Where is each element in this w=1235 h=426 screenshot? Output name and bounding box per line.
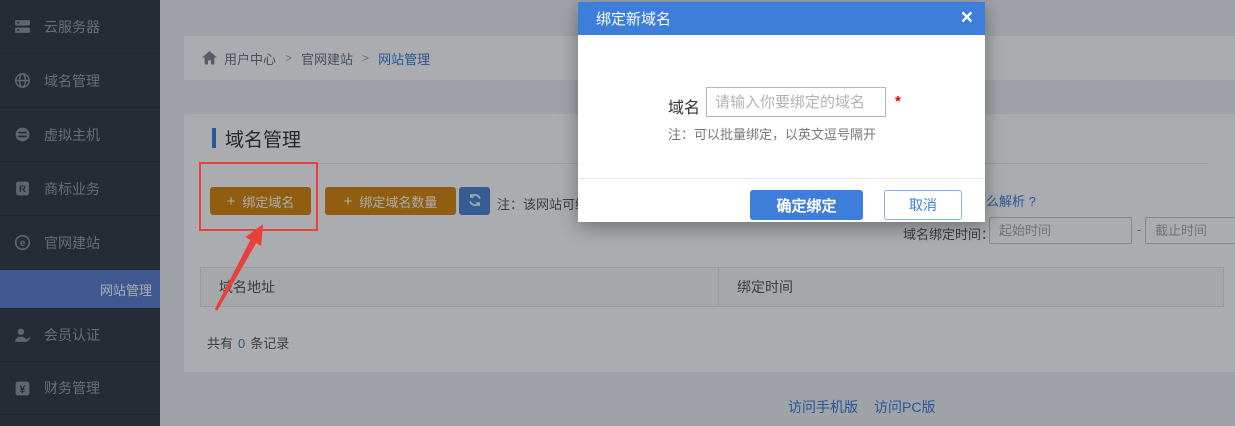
domain-field-label: 域名	[668, 94, 700, 118]
modal-note-text: 注：可以批量绑定，以英文逗号隔开	[668, 124, 876, 143]
close-icon[interactable]: ×	[961, 4, 973, 32]
cancel-button[interactable]: 取消	[884, 190, 962, 220]
domain-input[interactable]	[706, 87, 886, 117]
confirm-bind-button[interactable]: 确定绑定	[750, 190, 863, 220]
modal-header: 绑定新域名	[578, 2, 985, 35]
required-asterisk: *	[895, 93, 901, 110]
modal-footer-divider	[578, 178, 985, 179]
modal-title: 绑定新域名	[596, 8, 671, 29]
bind-new-domain-modal: 绑定新域名 × 域名 * 注：可以批量绑定，以英文逗号隔开 确定绑定 取消	[578, 2, 985, 222]
